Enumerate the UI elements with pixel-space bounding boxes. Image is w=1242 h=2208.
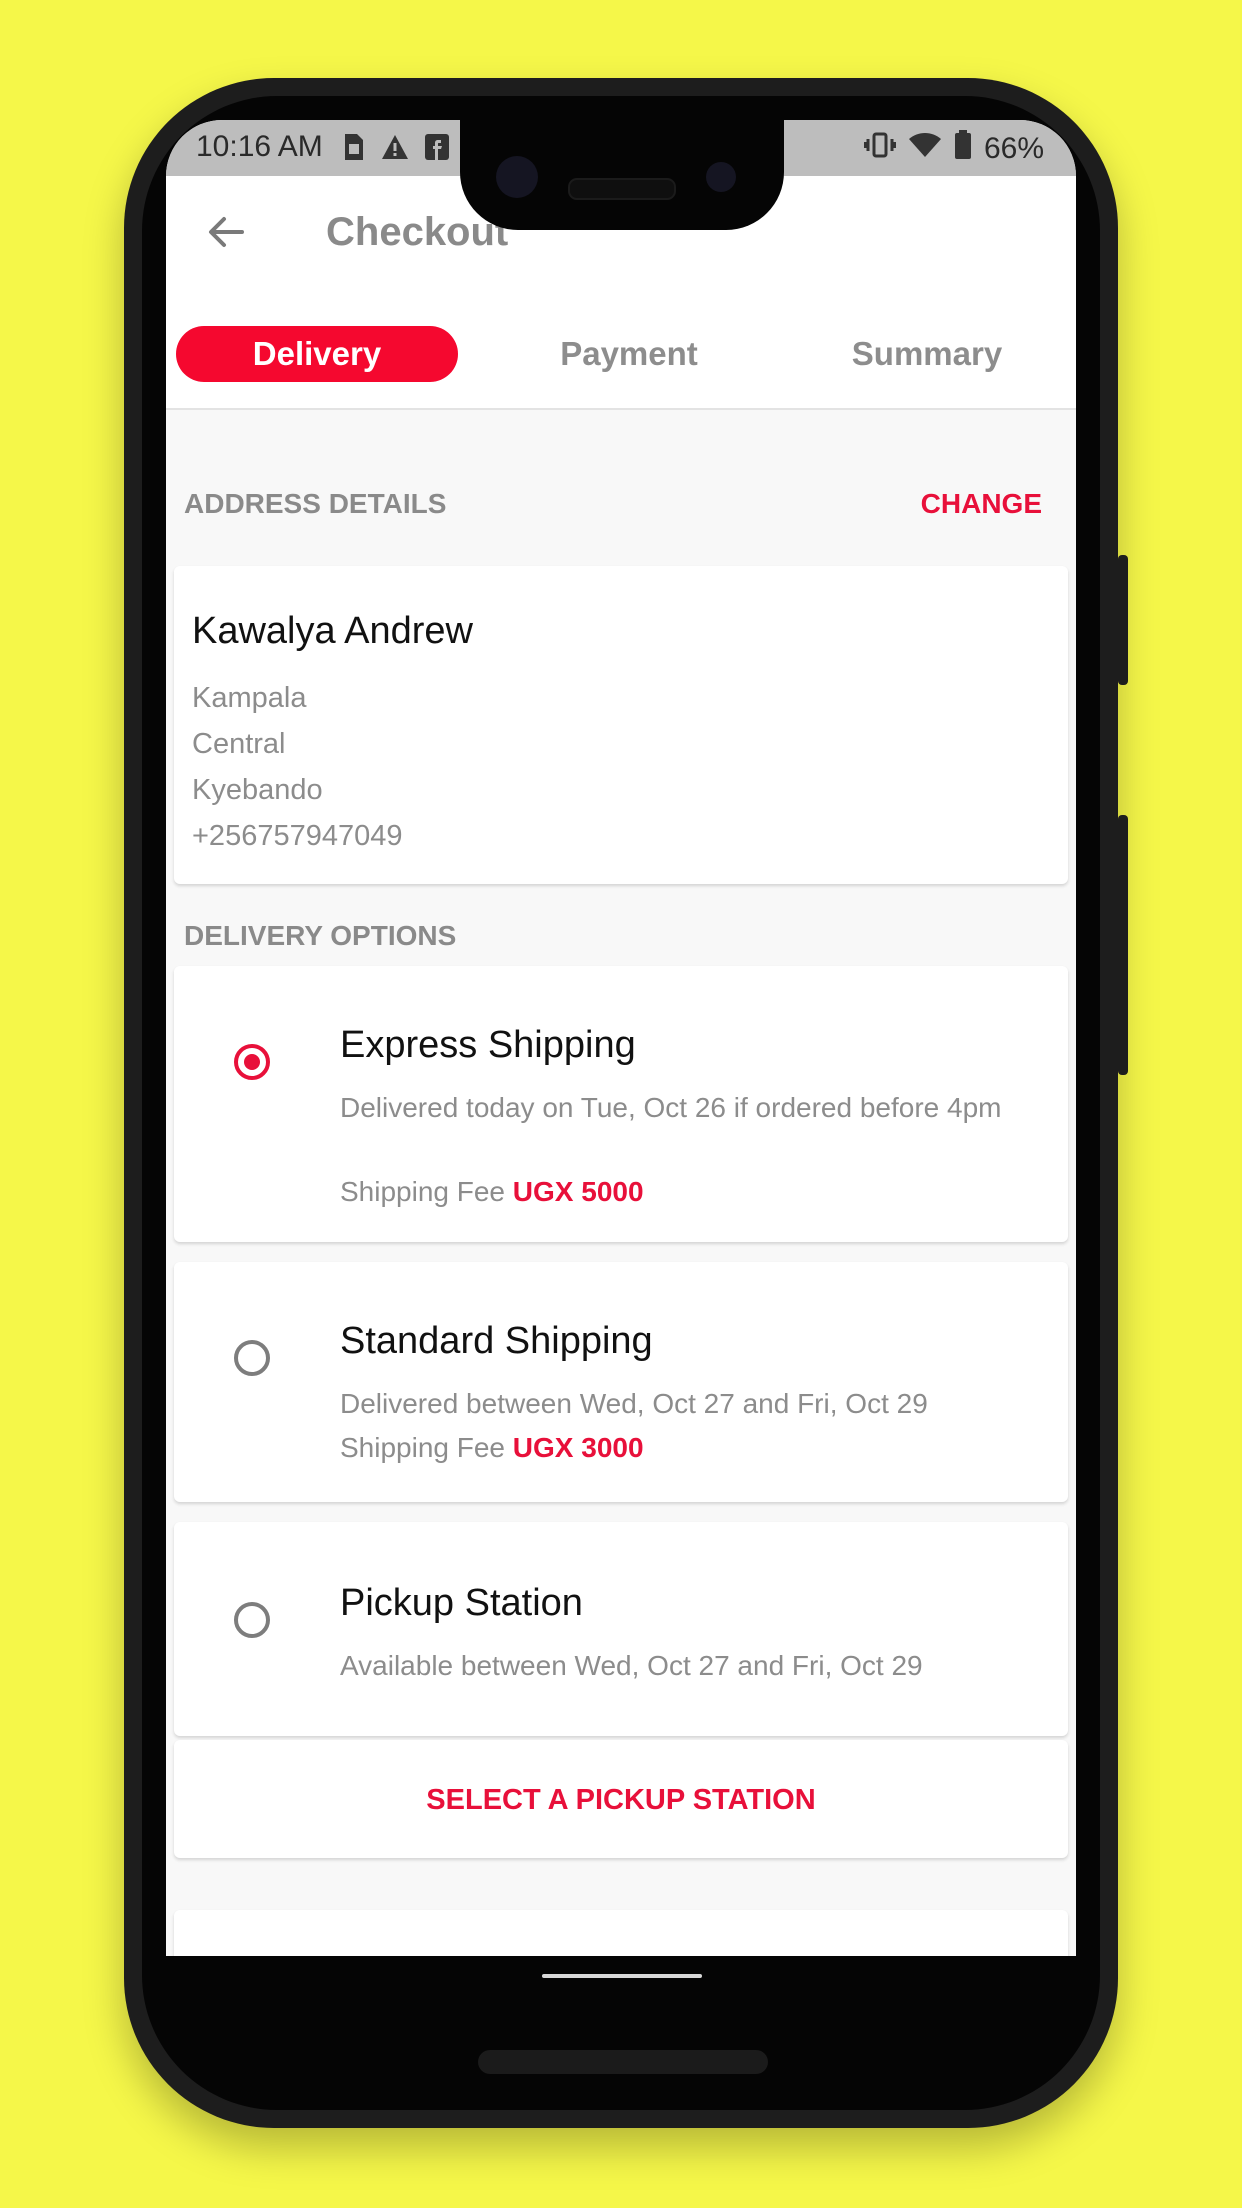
checkout-steps: Delivery Payment Summary (166, 288, 1076, 410)
alert-icon (380, 132, 410, 167)
gesture-bar[interactable] (542, 1974, 702, 1978)
sim-card-icon (342, 132, 366, 167)
pickup-button-card: SELECT A PICKUP STATION (174, 1740, 1068, 1858)
back-arrow-icon[interactable] (206, 212, 246, 257)
status-time: 10:16 AM (196, 130, 323, 163)
option-title: Pickup Station (340, 1582, 583, 1624)
fee-label: Shipping Fee (340, 1176, 506, 1207)
option-title: Express Shipping (340, 1024, 636, 1066)
screen: 10:16 AM 66% Checkout Delivery Payment S… (166, 120, 1076, 1958)
power-button (1118, 555, 1128, 685)
pickup-station-option[interactable]: Pickup Station Available between Wed, Oc… (174, 1522, 1068, 1736)
facebook-icon (424, 132, 450, 167)
select-pickup-station-button[interactable]: SELECT A PICKUP STATION (174, 1784, 1068, 1817)
battery-icon (954, 130, 972, 168)
tab-payment[interactable]: Payment (488, 326, 770, 382)
fee-label: Shipping Fee (340, 1432, 506, 1463)
volume-button (1118, 815, 1128, 1075)
express-radio[interactable] (234, 1044, 270, 1080)
option-description: Delivered between Wed, Oct 27 and Fri, O… (340, 1388, 928, 1419)
fee-amount: UGX 5000 (512, 1176, 644, 1207)
delivery-section-label: DELIVERY OPTIONS (184, 920, 457, 951)
front-camera (496, 156, 538, 198)
fee-amount: UGX 3000 (512, 1432, 644, 1463)
standard-radio[interactable] (234, 1340, 270, 1376)
change-address-button[interactable]: CHANGE (921, 488, 1042, 520)
camera-notch (460, 120, 784, 230)
battery-percent: 66% (983, 132, 1044, 165)
next-card-partial (174, 1910, 1068, 1958)
chin-speaker (478, 2050, 768, 2074)
vibrate-icon (863, 131, 897, 167)
pickup-radio[interactable] (234, 1602, 270, 1638)
standard-shipping-option[interactable]: Standard Shipping Delivered between Wed,… (174, 1262, 1068, 1502)
shipping-fee: Shipping Fee UGX 5000 (340, 1176, 644, 1208)
address-section-label: ADDRESS DETAILS (184, 488, 447, 519)
option-title: Standard Shipping (340, 1320, 653, 1362)
address-phone: +256757947049 (192, 820, 403, 852)
address-name: Kawalya Andrew (192, 610, 473, 652)
option-description: Delivered today on Tue, Oct 26 if ordere… (340, 1092, 1002, 1123)
status-right: 66% (863, 130, 1044, 168)
tab-delivery[interactable]: Delivery (176, 326, 458, 382)
sensor (706, 162, 736, 192)
address-area: Kyebando (192, 774, 323, 806)
option-description: Available between Wed, Oct 27 and Fri, O… (340, 1650, 923, 1681)
wifi-icon (908, 131, 942, 167)
notification-icons (342, 132, 450, 167)
earpiece-speaker (568, 178, 676, 200)
address-card: Kawalya Andrew Kampala Central Kyebando … (174, 566, 1068, 884)
shipping-fee: Shipping Fee UGX 3000 (340, 1432, 644, 1464)
express-shipping-option[interactable]: Express Shipping Delivered today on Tue,… (174, 966, 1068, 1242)
tab-summary[interactable]: Summary (786, 326, 1068, 382)
nav-strip (166, 1956, 1076, 1990)
address-city: Kampala (192, 682, 307, 714)
address-region: Central (192, 728, 286, 760)
